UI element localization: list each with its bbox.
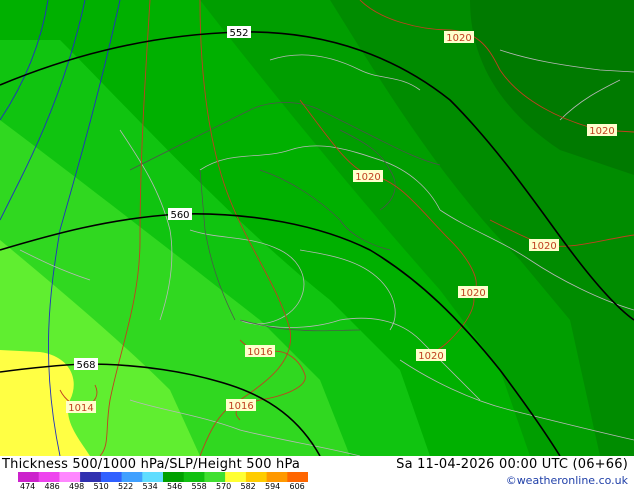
color-scale-bar [18,472,308,482]
credit-link[interactable]: ©weatheronline.co.uk [506,474,628,487]
color-scale-swatches [18,472,308,482]
pressure-label: 1020 [589,126,614,137]
height-label-552: 552 [229,28,248,39]
map-datetime: Sa 11-04-2026 00:00 UTC (06+66) [396,457,628,472]
pressure-label: 1020 [355,172,380,183]
color-swatch [225,472,247,482]
pressure-label: 1020 [531,241,556,252]
color-swatch [80,472,102,482]
height-label-568: 568 [76,360,95,371]
pressure-label: 1020 [446,33,471,44]
color-swatch [287,472,308,482]
pressure-label: 1020 [460,288,485,299]
color-swatch [100,472,123,482]
weather-map: 552 560 568 1020 1020 1020 1020 1020 102… [0,0,634,491]
color-swatch [266,472,288,482]
pressure-label: 1016 [247,347,272,358]
map-title: Thickness 500/1000 hPa/SLP/Height 500 hP… [2,457,301,472]
pressure-label: 1014 [68,403,93,414]
color-swatch [204,472,226,482]
color-swatch [121,472,143,482]
pressure-label: 1020 [418,351,443,362]
map-canvas: 552 560 568 1020 1020 1020 1020 1020 102… [0,0,634,456]
color-swatch [59,472,81,482]
color-swatch [245,472,268,482]
color-swatch [142,472,164,482]
height-label-560: 560 [170,210,189,221]
color-swatch [38,472,60,482]
color-swatch [183,472,205,482]
pressure-label: 1016 [228,401,253,412]
color-swatch [163,472,185,482]
thickness-bands [0,0,634,456]
color-swatch [18,472,40,482]
